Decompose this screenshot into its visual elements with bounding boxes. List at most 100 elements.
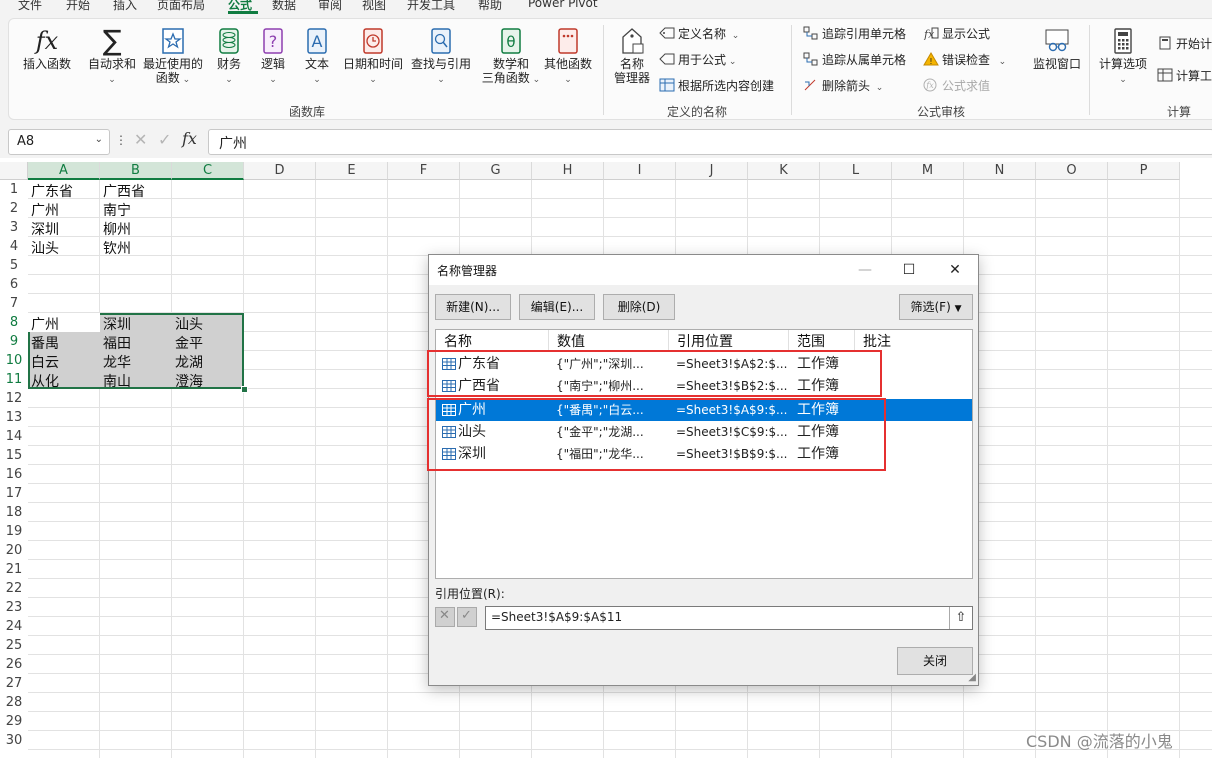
row-header[interactable]: 10	[0, 351, 28, 370]
row-header[interactable]: 25	[0, 636, 28, 655]
column-header[interactable]: B	[100, 162, 172, 180]
column-header[interactable]: P	[1108, 162, 1180, 180]
row-header[interactable]: 13	[0, 408, 28, 427]
row-header[interactable]: 12	[0, 389, 28, 408]
row-header[interactable]: 3	[0, 218, 28, 237]
row-header[interactable]: 27	[0, 674, 28, 693]
cell-b8[interactable]: 深圳	[103, 314, 131, 334]
cell-b1[interactable]: 广西省	[103, 181, 145, 201]
menu-data[interactable]: 数据	[272, 0, 296, 13]
row-header[interactable]: 9	[0, 332, 28, 351]
watch-window-button[interactable]: 监视窗口	[1027, 27, 1087, 71]
column-header-comment[interactable]: 批注	[855, 330, 972, 352]
column-header[interactable]: A	[28, 162, 100, 180]
cell-a9[interactable]: 番禺	[31, 333, 59, 353]
logical-button[interactable]: ? 逻辑 ⌄	[255, 27, 291, 87]
cell-b10[interactable]: 龙华	[103, 352, 131, 372]
cell-a1[interactable]: 广东省	[31, 181, 73, 201]
column-header[interactable]: G	[460, 162, 532, 180]
cell-a8[interactable]: 广州	[31, 314, 59, 334]
error-checking-button[interactable]: ! 错误检查 ⌄	[923, 51, 1006, 69]
more-functions-button[interactable]: 其他函数 ⌄	[541, 27, 595, 87]
column-header[interactable]: L	[820, 162, 892, 180]
cell-a4[interactable]: 汕头	[31, 238, 59, 258]
menu-power-pivot[interactable]: Power Pivot	[528, 0, 598, 10]
menu-developer[interactable]: 开发工具	[407, 0, 455, 13]
cancel-icon[interactable]: ✕	[134, 130, 147, 149]
dialog-titlebar[interactable]: 名称管理器 — ☐ ✕	[429, 255, 978, 285]
select-all-corner[interactable]	[0, 162, 28, 180]
menu-page-layout[interactable]: 页面布局	[157, 0, 205, 13]
calculation-options-button[interactable]: 计算选项 ⌄	[1095, 27, 1151, 87]
row-header[interactable]: 26	[0, 655, 28, 674]
column-header[interactable]: O	[1036, 162, 1108, 180]
text-functions-button[interactable]: A 文本 ⌄	[299, 27, 335, 87]
fill-handle[interactable]	[241, 386, 248, 393]
formula-input[interactable]: 广州	[208, 129, 1212, 155]
row-header[interactable]: 17	[0, 484, 28, 503]
delete-name-button[interactable]: 删除(D)	[603, 294, 675, 320]
row-header[interactable]: 20	[0, 541, 28, 560]
close-icon[interactable]: ✕	[937, 259, 973, 281]
financial-button[interactable]: 财务 ⌄	[209, 27, 249, 87]
row-header[interactable]: 21	[0, 560, 28, 579]
name-manager-button[interactable]: 名称 管理器	[609, 27, 655, 85]
remove-arrows-button[interactable]: 删除箭头 ⌄	[803, 77, 883, 95]
trace-dependents-button[interactable]: 追踪从属单元格	[803, 51, 906, 69]
column-header[interactable]: I	[604, 162, 676, 180]
row-header[interactable]: 28	[0, 693, 28, 712]
collapse-dialog-icon[interactable]: ⇧	[949, 607, 972, 629]
maximize-icon[interactable]: ☐	[891, 259, 927, 281]
edit-name-button[interactable]: 编辑(E)...	[519, 294, 595, 320]
menu-home[interactable]: 开始	[66, 0, 90, 13]
name-box[interactable]: A8 ⌄	[8, 129, 110, 155]
refers-to-input[interactable]: =Sheet3!$A$9:$A$11 ⇧	[485, 606, 973, 630]
row-header[interactable]: 4	[0, 237, 28, 256]
insert-function-button[interactable]: fx 插入函数	[21, 27, 73, 71]
column-header[interactable]: H	[532, 162, 604, 180]
menu-help[interactable]: 帮助	[478, 0, 502, 13]
show-formulas-button[interactable]: fx 显示公式	[923, 25, 990, 43]
column-header[interactable]: N	[964, 162, 1036, 180]
cell-b9[interactable]: 福田	[103, 333, 131, 353]
row-header[interactable]: 7	[0, 294, 28, 313]
row-header[interactable]: 16	[0, 465, 28, 484]
cell-c9[interactable]: 金平	[175, 333, 203, 353]
row-header[interactable]: 29	[0, 712, 28, 731]
row-header[interactable]: 11	[0, 370, 28, 389]
row-header[interactable]: 5	[0, 256, 28, 275]
chevron-down-icon[interactable]: ⌄	[95, 134, 103, 145]
column-header-name[interactable]: 名称	[436, 330, 549, 352]
cell-b3[interactable]: 柳州	[103, 219, 131, 239]
column-header[interactable]: J	[676, 162, 748, 180]
row-header[interactable]: 18	[0, 503, 28, 522]
trace-precedents-button[interactable]: 追踪引用单元格	[803, 25, 906, 43]
autosum-button[interactable]: ∑ 自动求和 ⌄	[87, 27, 137, 87]
row-header[interactable]: 24	[0, 617, 28, 636]
cell-b11[interactable]: 南山	[103, 371, 131, 391]
row-header[interactable]: 22	[0, 579, 28, 598]
datetime-button[interactable]: 日期和时间 ⌄	[341, 27, 405, 87]
row-header[interactable]: 1	[0, 180, 28, 199]
column-header[interactable]: K	[748, 162, 820, 180]
row-header[interactable]: 8	[0, 313, 28, 332]
recent-functions-button[interactable]: 最近使用的 函数 ⌄	[141, 27, 205, 87]
row-header[interactable]: 30	[0, 731, 28, 750]
close-button[interactable]: 关闭	[897, 647, 973, 675]
column-header[interactable]: F	[388, 162, 460, 180]
cell-a2[interactable]: 广州	[31, 200, 59, 220]
new-name-button[interactable]: 新建(N)...	[435, 294, 511, 320]
column-header[interactable]: E	[316, 162, 388, 180]
column-header-refers-to[interactable]: 引用位置	[669, 330, 789, 352]
confirm-icon[interactable]: ✓	[158, 130, 171, 149]
create-from-selection-button[interactable]: 根据所选内容创建	[659, 77, 774, 95]
menu-view[interactable]: 视图	[362, 0, 386, 13]
cell-a11[interactable]: 从化	[31, 371, 59, 391]
column-header[interactable]: M	[892, 162, 964, 180]
column-header-scope[interactable]: 范围	[789, 330, 855, 352]
column-header-value[interactable]: 数值	[549, 330, 669, 352]
resize-grip-icon[interactable]: ◢	[968, 672, 976, 683]
cell-b4[interactable]: 钦州	[103, 238, 131, 258]
row-header[interactable]: 19	[0, 522, 28, 541]
row-header[interactable]: 14	[0, 427, 28, 446]
